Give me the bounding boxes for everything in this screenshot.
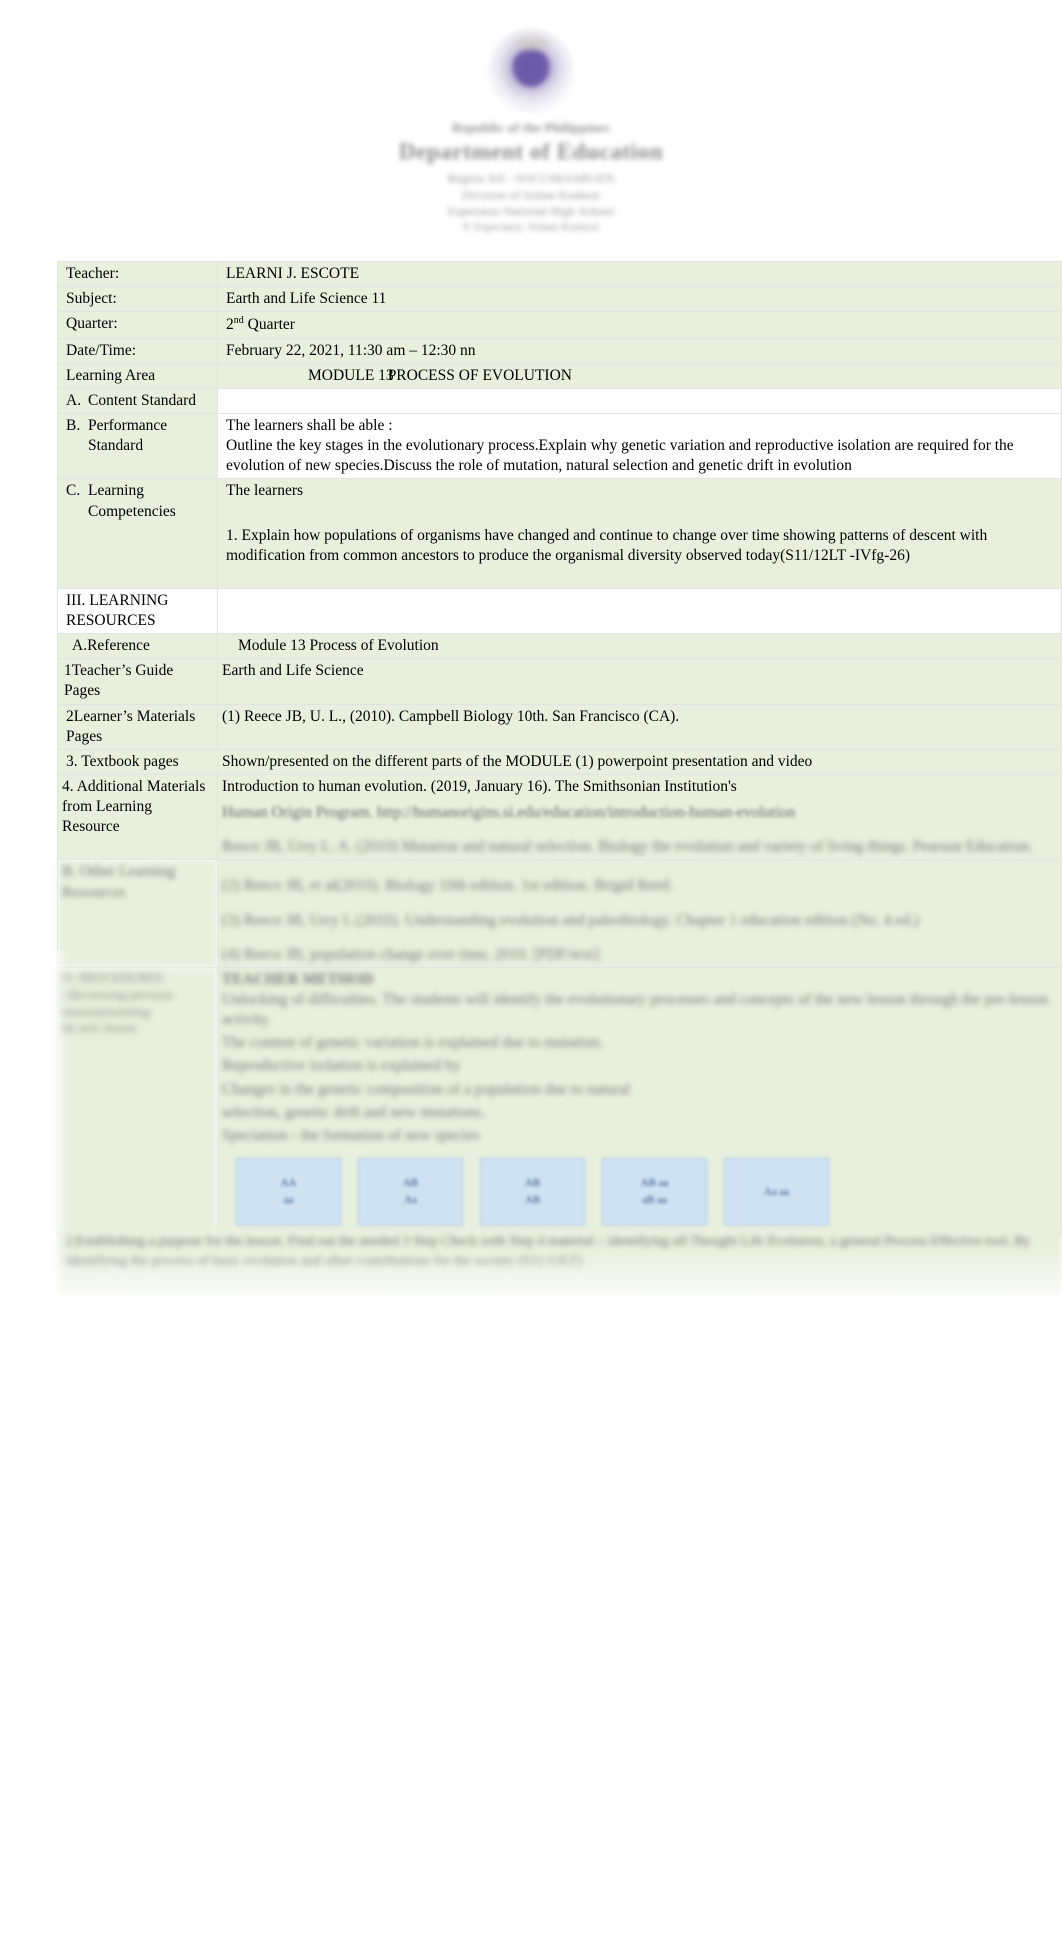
learning-competencies-label: C. Learning Competencies (57, 478, 218, 589)
punnett-square-box-row: AA aa AB Aa AB AB AB aa aB aa Aa aa (236, 1157, 1057, 1226)
table-row-quarter: Quarter: 2nd Quarter (57, 311, 1062, 339)
document-page: Republic of the Philippines Department o… (0, 0, 1062, 1936)
table-row-teacher: Teacher: LEARNI J. ESCOTE (57, 260, 1062, 288)
learning-competency-item-1: 1. Explain how populations of organisms … (226, 526, 988, 564)
quarter-value: 2nd Quarter (217, 311, 1062, 339)
punnett-box-4: AB aa aB aa (602, 1157, 707, 1226)
quarter-number: 2 (226, 316, 234, 334)
table-row-other-learning-resources: B. Other Learning Resources (2) Reece JB… (57, 859, 1062, 968)
teachers-guide-pages-value: Earth and Life Science (217, 658, 1062, 705)
other-learning-resources-label: B. Other Learning Resources (57, 859, 218, 968)
procedures-body-1: Unlocking of difficulties. The students … (222, 990, 1049, 1029)
datetime-label: Date/Time: (57, 337, 218, 364)
other-learning-resources-ref-2: (3) Reece JB, Urry L (2010). Understandi… (222, 911, 920, 929)
additional-materials-ref-3: Reece JB, Urry L. A. (2010) Mutation and… (222, 838, 1033, 856)
learning-competencies-value: The learners 1. Explain how populations … (217, 478, 1062, 589)
letterhead-republic: Republic of the Philippines (452, 120, 610, 135)
other-learning-resources-value: (2) Reece JB, et al(2010). Biology 10th … (217, 859, 1062, 968)
quarter-ordinal-suffix: nd (233, 315, 244, 327)
table-row-learning-area: Learning Area MODULE 13PROCESS OF EVOLUT… (57, 362, 1062, 389)
learners-materials-pages-label: 2Learner’s Materials Pages (57, 703, 218, 750)
table-row-textbook-pages: 3. Textbook pages Shown/presented on the… (57, 748, 1062, 775)
performance-standard-body: Outline the key stages in the evolutiona… (226, 437, 1014, 475)
learning-area-title: PROCESS OF EVOLUTION (387, 366, 572, 384)
teacher-label: Teacher: (57, 260, 218, 288)
performance-standard-intro: The learners shall be able : (226, 417, 393, 434)
procedures-body-5: selection, genetic drift and new mutatio… (222, 1103, 485, 1121)
closing-paragraph: 2.Establishing a purpose for the lesson.… (57, 1228, 1062, 1294)
table-row-additional-materials: 4. Additional Materials from Learning Re… (57, 773, 1062, 861)
reference-value: Module 13 Process of Evolution (217, 633, 1062, 660)
punnett-box-2: AB Aa (358, 1157, 463, 1226)
table-row-subject: Subject: Earth and Life Science 11 (57, 286, 1062, 313)
other-learning-resources-ref-1: (2) Reece JB, et al(2010). Biology 10th … (222, 877, 674, 895)
learning-area-value: MODULE 13PROCESS OF EVOLUTION (217, 362, 1062, 389)
learners-materials-pages-value: (1) Reece JB, U. L., (2010). Campbell Bi… (217, 703, 1062, 750)
additional-materials-label: 4. Additional Materials from Learning Re… (57, 773, 218, 861)
letterhead: Republic of the Philippines Department o… (0, 28, 1062, 234)
content-standard-letter: A. (66, 391, 82, 409)
additional-materials-value: Introduction to human evolution. (2019, … (217, 773, 1062, 861)
subject-label: Subject: (57, 286, 218, 313)
procedures-body-3: Reproductive isolation is explained by (222, 1057, 461, 1075)
table-row-performance-standard: B. Performance Standard The learners shal… (57, 412, 1062, 480)
quarter-word: Quarter (243, 316, 295, 334)
learning-competencies-intro: The learners (226, 482, 304, 500)
table-row-learners-materials-pages: 2Learner’s Materials Pages (1) Reece JB,… (57, 703, 1062, 750)
textbook-pages-value: Shown/presented on the different parts o… (217, 748, 1062, 775)
letterhead-region: Region XII - SOCCSKSARGEN (447, 171, 615, 186)
table-row-reference: A.Reference Module 13 Process of Evoluti… (57, 633, 1062, 660)
table-row-teachers-guide-pages: 1Teacher’s Guide Pages Earth and Life Sc… (57, 658, 1062, 705)
performance-standard-label: B. Performance Standard (57, 412, 218, 480)
procedures-body-6: Speciation - the formation of new specie… (222, 1126, 480, 1144)
deped-seal-icon (488, 28, 574, 114)
procedures-body-2: The content of genetic variation is expl… (222, 1034, 604, 1052)
lesson-plan-table: Teacher: LEARNI J. ESCOTE Subject: Earth… (57, 260, 1062, 1235)
procedures-body-4: Changes in the genetic composition of a … (222, 1080, 631, 1098)
procedures-teacher-method-heading: TEACHER METHOD (222, 970, 374, 988)
teacher-value: LEARNI J. ESCOTE (217, 260, 1062, 288)
learning-resources-section-value (217, 587, 1062, 635)
procedures-label: IV. PROCEDURES 1.Reviewing previous less… (57, 966, 218, 1235)
learning-area-label: Learning Area (57, 362, 218, 389)
learning-competencies-letter: C. (66, 482, 81, 500)
letterhead-address: P. Esperanza, Sultan Kudarat (463, 220, 599, 233)
other-learning-resources-ref-3: (4) Reece JB, population change over tim… (222, 945, 600, 963)
additional-materials-ref-2: Human Origin Program. http://humanorigin… (222, 804, 796, 822)
datetime-value: February 22, 2021, 11:30 am – 12:30 nn (217, 337, 1062, 364)
teachers-guide-pages-label: 1Teacher’s Guide Pages (57, 658, 218, 705)
quarter-label: Quarter: (57, 311, 218, 339)
performance-standard-letter: B. (66, 417, 81, 434)
additional-materials-ref-1: Introduction to human evolution. (2019, … (222, 777, 737, 795)
table-row-learning-resources: III. LEARNING RESOURCES (57, 587, 1062, 635)
learning-area-module: MODULE 13 (308, 366, 394, 384)
reference-label: A.Reference (57, 633, 218, 660)
performance-standard-value: The learners shall be able : Outline the… (217, 412, 1062, 480)
table-row-content-standard: A. Content Standard (57, 387, 1062, 415)
punnett-box-3: AB AB (480, 1157, 585, 1226)
punnett-box-5: Aa aa (724, 1157, 829, 1226)
letterhead-school: Esperanza National High School (448, 203, 614, 218)
table-row-procedures: IV. PROCEDURES 1.Reviewing previous less… (57, 966, 1062, 1235)
learning-resources-section-label: III. LEARNING RESOURCES (57, 587, 218, 635)
content-standard-value (217, 387, 1062, 415)
content-standard-label: A. Content Standard (57, 387, 218, 415)
letterhead-department: Department of Education (398, 139, 664, 165)
textbook-pages-label: 3. Textbook pages (57, 748, 218, 775)
letterhead-division: Division of Sultan Kudarat (462, 187, 600, 202)
subject-value: Earth and Life Science 11 (217, 286, 1062, 313)
procedures-value: TEACHER METHOD Unlocking of difficulties… (217, 966, 1062, 1235)
table-row-datetime: Date/Time: February 22, 2021, 11:30 am –… (57, 337, 1062, 364)
table-row-learning-competencies: C. Learning Competencies The learners 1. … (57, 478, 1062, 589)
punnett-box-1: AA aa (236, 1157, 341, 1226)
